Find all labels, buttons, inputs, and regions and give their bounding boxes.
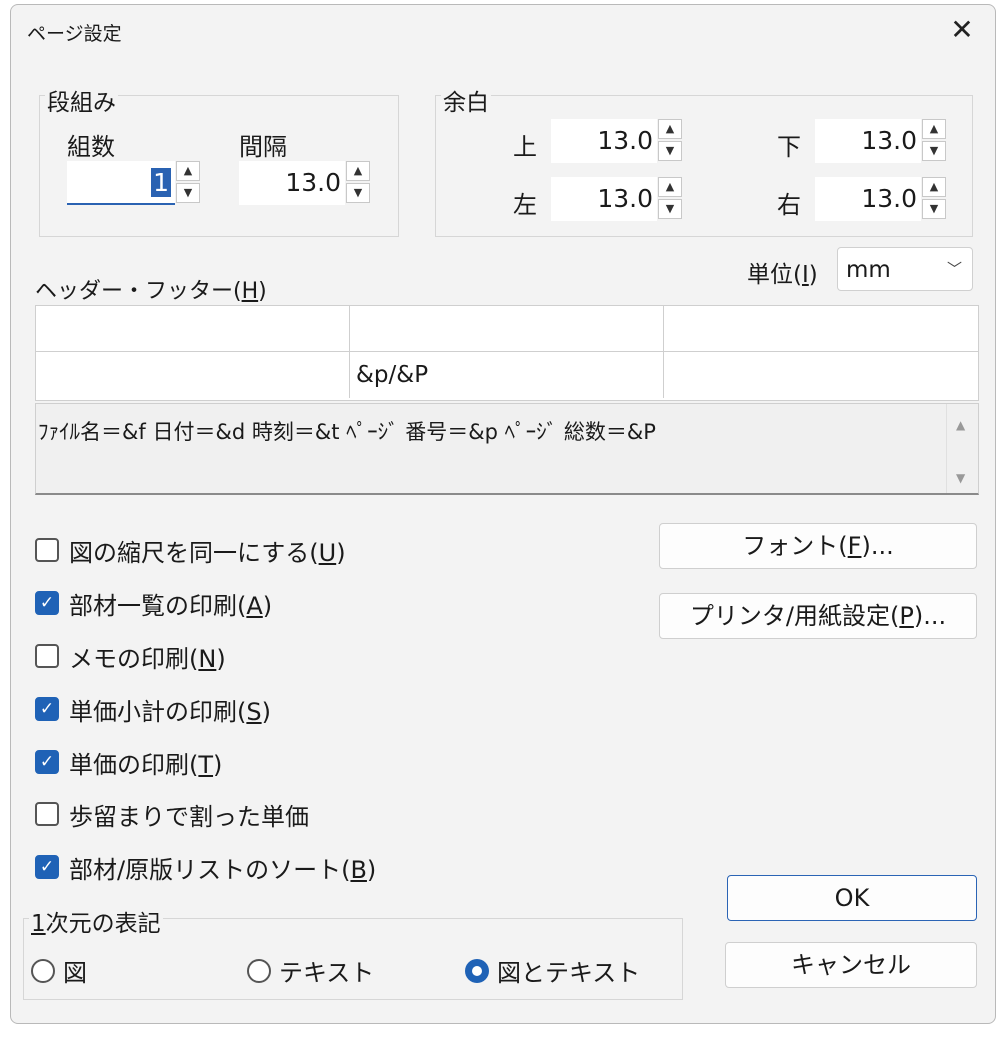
margin-left-spinner[interactable]: 13.0 ▲ ▼: [551, 177, 685, 221]
spin-up-icon[interactable]: ▲: [658, 177, 682, 197]
column-gap-spinner[interactable]: 13.0 ▲ ▼: [239, 161, 373, 205]
margin-right-spinner[interactable]: 13.0 ▲ ▼: [815, 177, 949, 221]
printer-settings-button[interactable]: プリンタ/用紙設定(P)...: [659, 593, 977, 639]
variable-hint-box: ﾌｧｲﾙ名＝&f 日付＝&d 時刻＝&t ﾍﾟｰｼﾞ 番号＝&p ﾍﾟｰｼﾞ 総…: [35, 403, 979, 495]
title-bar: ページ設定 ✕: [11, 5, 995, 55]
margin-right-label: 右: [777, 191, 801, 219]
unit-select[interactable]: mm ﹀: [837, 247, 973, 291]
footer-cell-left[interactable]: [36, 352, 350, 398]
column-count-value: 1: [151, 168, 171, 197]
spin-down-icon[interactable]: ▼: [346, 183, 370, 203]
spin-up-icon[interactable]: ▲: [658, 119, 682, 139]
header-cell-left[interactable]: [36, 306, 350, 352]
margin-top-spinner[interactable]: 13.0 ▲ ▼: [551, 119, 685, 163]
font-button[interactable]: フォント(F)...: [659, 523, 977, 569]
spin-down-icon[interactable]: ▼: [922, 141, 946, 161]
scrollbar[interactable]: ▲ ▼: [946, 404, 978, 493]
column-count-label: 組数: [67, 133, 115, 161]
margin-bottom-input[interactable]: 13.0: [815, 119, 921, 163]
margin-bottom-label: 下: [777, 133, 801, 161]
margin-top-label: 上: [513, 133, 537, 161]
checkbox-checked[interactable]: ✓: [35, 750, 59, 774]
checkbox[interactable]: [35, 538, 59, 562]
variable-hint-text: ﾌｧｲﾙ名＝&f 日付＝&d 時刻＝&t ﾍﾟｰｼﾞ 番号＝&p ﾍﾟｰｼﾞ 総…: [38, 420, 656, 444]
margin-left-input[interactable]: 13.0: [551, 177, 657, 221]
unit-label: 単位(I): [747, 262, 818, 288]
header-cell-center[interactable]: [350, 306, 664, 352]
chevron-down-icon: ﹀: [946, 260, 962, 278]
columns-legend: 段組み: [45, 83, 118, 117]
header-footer-label: ヘッダー・フッター(H): [35, 279, 267, 304]
scroll-down-icon[interactable]: ▼: [956, 471, 965, 485]
checkbox-checked[interactable]: ✓: [35, 855, 59, 879]
page-setup-dialog: ページ設定 ✕ 段組み 組数 1 ▲ ▼ 間隔 13.0 ▲ ▼ 余白 上 13…: [10, 4, 996, 1024]
window-title: ページ設定: [27, 23, 122, 45]
checkbox[interactable]: [35, 802, 59, 826]
spin-down-icon[interactable]: ▼: [922, 199, 946, 219]
cancel-button[interactable]: キャンセル: [725, 942, 977, 988]
margin-top-input[interactable]: 13.0: [551, 119, 657, 163]
column-gap-label: 間隔: [239, 133, 287, 161]
ok-button[interactable]: OK: [727, 875, 977, 921]
scroll-up-icon[interactable]: ▲: [956, 418, 965, 432]
margin-left-label: 左: [513, 191, 537, 219]
spin-up-icon[interactable]: ▲: [922, 177, 946, 197]
spin-down-icon[interactable]: ▼: [658, 141, 682, 161]
spin-down-icon[interactable]: ▼: [176, 183, 200, 203]
checkbox[interactable]: [35, 644, 59, 668]
margin-right-input[interactable]: 13.0: [815, 177, 921, 221]
dimension-legend: 1次元の表記: [29, 904, 163, 938]
footer-cell-center[interactable]: &p/&P: [350, 352, 664, 398]
radio-button[interactable]: [31, 959, 55, 983]
checkbox-checked[interactable]: ✓: [35, 591, 59, 615]
spin-up-icon[interactable]: ▲: [346, 161, 370, 181]
close-icon[interactable]: ✕: [947, 15, 977, 45]
spin-down-icon[interactable]: ▼: [658, 199, 682, 219]
radio-button-selected[interactable]: [465, 959, 489, 983]
header-cell-right[interactable]: [664, 306, 978, 352]
column-count-input[interactable]: 1: [67, 161, 175, 205]
column-gap-input[interactable]: 13.0: [239, 161, 345, 205]
footer-cell-right[interactable]: [664, 352, 978, 398]
margin-bottom-spinner[interactable]: 13.0 ▲ ▼: [815, 119, 949, 163]
radio-button[interactable]: [247, 959, 271, 983]
spin-up-icon[interactable]: ▲: [176, 161, 200, 181]
margins-legend: 余白: [441, 83, 491, 117]
header-footer-grid: &p/&P: [35, 305, 979, 401]
spin-up-icon[interactable]: ▲: [922, 119, 946, 139]
unit-value: mm: [846, 257, 891, 283]
column-count-spinner[interactable]: 1 ▲ ▼: [67, 161, 203, 205]
checkbox-checked[interactable]: ✓: [35, 697, 59, 721]
